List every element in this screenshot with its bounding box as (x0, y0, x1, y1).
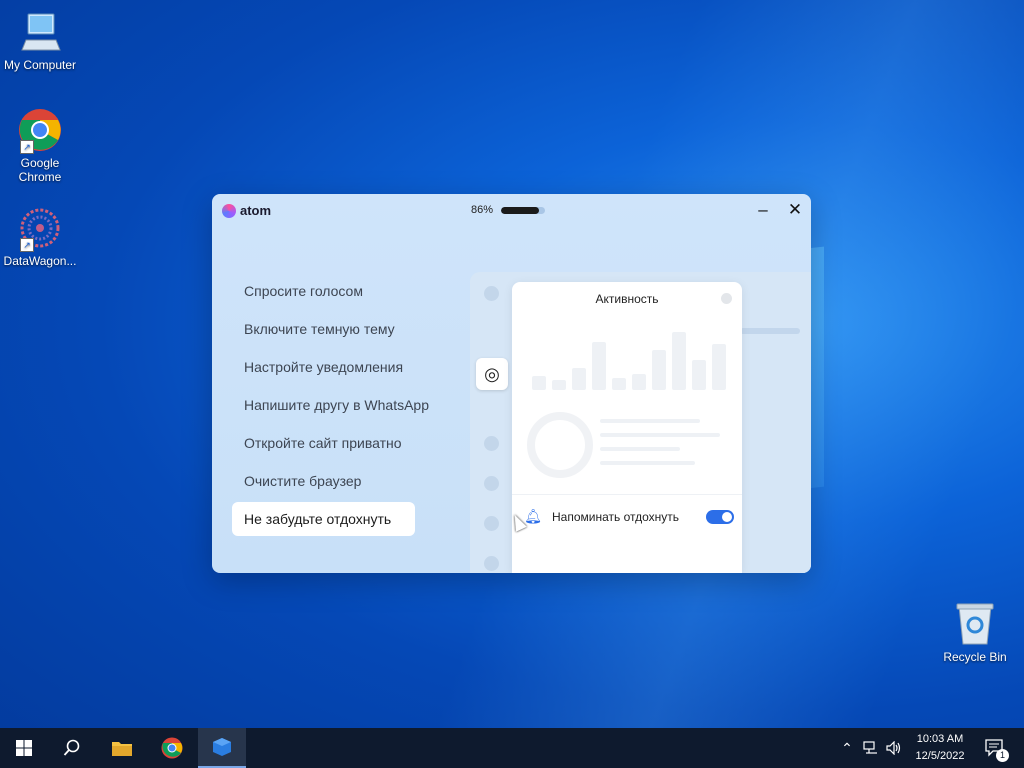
menu-item-dark-theme[interactable]: Включите темную тему (232, 312, 452, 346)
placeholder-line (600, 447, 680, 451)
chart-bar (592, 342, 606, 390)
chart-bar (692, 360, 706, 390)
toggle-knob (722, 511, 732, 522)
placeholder-line (600, 433, 720, 437)
volume-button[interactable] (884, 728, 904, 768)
atom-logo-icon (222, 203, 236, 218)
placeholder-line (600, 461, 695, 465)
activity-panel: Активность 🔔︎ Напоминать отдохнуть (512, 282, 742, 573)
shortcut-arrow-icon: ↗ (20, 238, 34, 252)
network-icon (863, 741, 877, 754)
desktop-icon-label: DataWagon... (3, 254, 77, 268)
chart-bar (652, 350, 666, 390)
notification-count-badge: 1 (996, 749, 1009, 762)
activity-lines-placeholder (600, 419, 720, 475)
file-explorer-button[interactable] (98, 728, 146, 768)
chart-bar (532, 376, 546, 390)
speaker-icon (886, 741, 901, 755)
computer-icon (18, 10, 62, 54)
progress-bar (501, 206, 546, 214)
placeholder-line (600, 419, 700, 423)
clock-date: 12/5/2022 (915, 750, 965, 762)
panel-divider (512, 494, 742, 495)
atom-taskbar-button[interactable] (198, 728, 246, 768)
menu-item-voice[interactable]: Спросите голосом (232, 274, 452, 308)
menu-item-notifications[interactable]: Настройте уведомления (232, 350, 452, 384)
desktop-icon-datawagon[interactable]: ↗ DataWagon... (0, 206, 80, 268)
chart-bar (552, 380, 566, 390)
rest-reminder-row: 🔔︎ Напоминать отдохнуть (524, 508, 734, 525)
desktop-icon-label: Google Chrome (18, 156, 62, 184)
show-hidden-icons-button[interactable]: ⌃ (838, 728, 856, 768)
search-icon (63, 739, 80, 756)
rest-reminder-label: Напоминать отдохнуть (552, 509, 680, 524)
chart-bar (572, 368, 586, 390)
minimize-button[interactable]: – (752, 199, 774, 221)
panel-close-icon (721, 293, 732, 304)
progress-fill (501, 206, 539, 214)
mockup-dot (484, 286, 499, 301)
recycle-bin-icon (953, 602, 997, 646)
desktop-icon-my-computer[interactable]: My Computer (0, 10, 80, 72)
mockup-dot (484, 556, 499, 571)
desktop-icon-label: Recycle Bin (943, 650, 1007, 664)
taskbar: ⌃ 10:03 AM 12/5/2022 1 (0, 728, 1024, 768)
activity-chart-placeholder (532, 322, 732, 390)
chevron-up-icon: ⌃ (841, 739, 853, 756)
feature-menu: Спросите голосом Включите темную тему На… (232, 274, 452, 540)
search-button[interactable] (48, 728, 96, 768)
chart-bar (612, 378, 626, 390)
mockup-address-bar (740, 328, 800, 334)
close-button[interactable]: ✕ (784, 199, 806, 221)
folder-icon (112, 742, 132, 756)
menu-item-whatsapp[interactable]: Напишите другу в WhatsApp (232, 388, 452, 422)
chrome-icon (161, 737, 183, 759)
progress-percent: 86% (471, 204, 494, 216)
windows-icon (16, 740, 32, 756)
chart-bar (672, 332, 686, 390)
desktop-icon-label: My Computer (3, 58, 77, 72)
chart-bar (632, 374, 646, 390)
brand-name: atom (240, 203, 272, 218)
datawagon-icon: ↗ (18, 206, 62, 252)
chrome-taskbar-button[interactable] (148, 728, 196, 768)
menu-item-rest-reminder[interactable]: Не забудьте отдохнуть (232, 502, 415, 536)
menu-item-clear-browser[interactable]: Очистите браузер (232, 464, 452, 498)
start-button[interactable] (0, 728, 48, 768)
app-cube-icon (213, 738, 231, 756)
action-center-button[interactable]: 1 (980, 728, 1010, 768)
bell-icon: 🔔︎ (524, 508, 542, 524)
chart-bar (712, 344, 726, 390)
shortcut-arrow-icon: ↗ (20, 140, 34, 154)
desktop-icon-chrome[interactable]: ↗ Google Chrome (0, 108, 80, 184)
atom-logo: atom (222, 203, 271, 218)
clock-time: 10:03 AM (916, 733, 964, 745)
chrome-icon: ↗ (18, 108, 62, 154)
activity-title: Активность (595, 292, 659, 306)
mockup-dot (484, 436, 499, 451)
menu-item-private[interactable]: Откройте сайт приватно (232, 426, 452, 460)
activity-donut-placeholder (527, 412, 593, 478)
mockup-dot (484, 516, 499, 531)
mockup-instagram-icon: ◎ (476, 358, 508, 390)
desktop-icon-recycle-bin[interactable]: Recycle Bin (935, 602, 1015, 664)
network-button[interactable] (860, 728, 882, 768)
clock[interactable]: 10:03 AM 12/5/2022 (905, 731, 975, 765)
rest-reminder-toggle[interactable] (706, 509, 734, 524)
mockup-dot (484, 476, 499, 491)
progress-indicator: 86% (471, 204, 546, 216)
